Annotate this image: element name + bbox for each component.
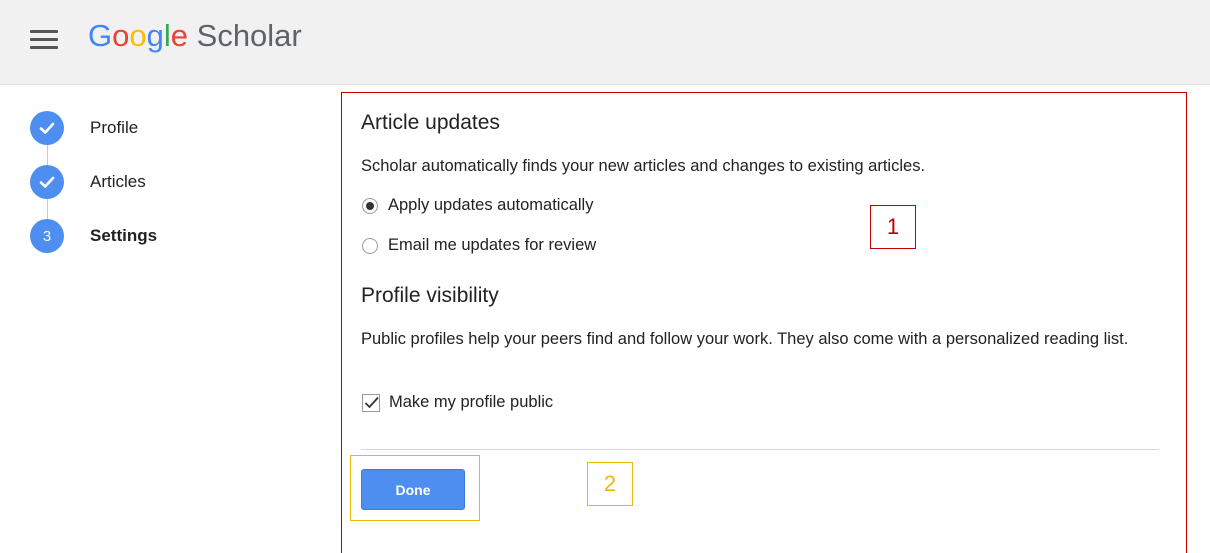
- make-profile-public-checkbox[interactable]: Make my profile public: [362, 393, 553, 412]
- google-scholar-logo[interactable]: Google Scholar: [88, 18, 302, 54]
- step-settings[interactable]: 3 Settings: [30, 218, 157, 254]
- profile-visibility-description: Public profiles help your peers find and…: [361, 330, 1129, 348]
- done-button[interactable]: Done: [361, 469, 465, 510]
- step-number-badge: 3: [30, 219, 64, 253]
- radio-label: Email me updates for review: [388, 236, 597, 254]
- step-label: Settings: [90, 226, 158, 245]
- checkbox-label: Make my profile public: [389, 393, 554, 411]
- annotation-marker-2: 2: [587, 462, 633, 506]
- step-profile[interactable]: Profile: [30, 110, 138, 146]
- menu-icon[interactable]: [30, 30, 58, 52]
- annotation-marker-1: 1: [870, 205, 916, 249]
- checkbox-checked-icon[interactable]: [362, 393, 380, 412]
- step-label: Articles: [90, 172, 146, 191]
- radio-label: Apply updates automatically: [388, 196, 594, 214]
- step-connector: [47, 199, 48, 219]
- radio-unselected-icon[interactable]: [362, 237, 378, 254]
- divider: [361, 449, 1159, 450]
- profile-visibility-heading: Profile visibility: [361, 284, 499, 307]
- step-articles[interactable]: Articles: [30, 164, 146, 200]
- check-icon: [30, 165, 64, 199]
- check-icon: [30, 111, 64, 145]
- email-updates-radio[interactable]: Email me updates for review: [362, 236, 596, 255]
- article-updates-heading: Article updates: [361, 111, 500, 134]
- article-updates-description: Scholar automatically finds your new art…: [361, 157, 926, 175]
- logo-product-name: Scholar: [196, 18, 302, 53]
- apply-updates-radio[interactable]: Apply updates automatically: [362, 196, 593, 215]
- step-label: Profile: [90, 118, 139, 137]
- radio-selected-icon[interactable]: [362, 197, 378, 214]
- step-connector: [47, 145, 48, 165]
- app-header: Google Scholar: [0, 0, 1210, 85]
